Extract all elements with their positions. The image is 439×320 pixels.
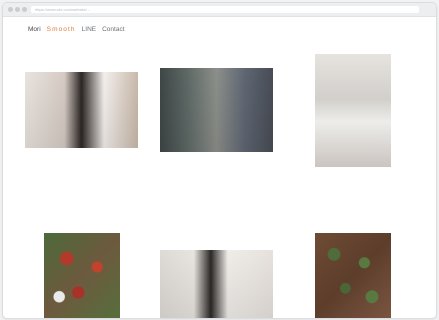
- gallery-photo-1[interactable]: [25, 72, 138, 148]
- gallery-photo-6[interactable]: [315, 233, 391, 318]
- nav-link-contact[interactable]: Contact: [102, 26, 124, 33]
- site-nav: Mori Smooth LINE Contact: [28, 23, 125, 35]
- browser-chrome: https://www.wix.com/website/...: [3, 3, 436, 17]
- maximize-dot-icon[interactable]: [22, 7, 27, 12]
- address-bar[interactable]: https://www.wix.com/website/...: [31, 6, 419, 13]
- nav-accent-link[interactable]: Smooth: [47, 26, 76, 33]
- minimize-dot-icon[interactable]: [15, 7, 20, 12]
- browser-window: https://www.wix.com/website/... Mori Smo…: [2, 2, 437, 319]
- close-dot-icon[interactable]: [8, 7, 13, 12]
- nav-brand[interactable]: Mori: [28, 26, 41, 33]
- gallery-photo-2[interactable]: [160, 68, 273, 152]
- gallery-photo-4[interactable]: [44, 233, 120, 318]
- gallery-photo-3[interactable]: [315, 54, 391, 167]
- nav-link-line[interactable]: LINE: [82, 26, 96, 33]
- gallery-photo-5[interactable]: [160, 250, 273, 318]
